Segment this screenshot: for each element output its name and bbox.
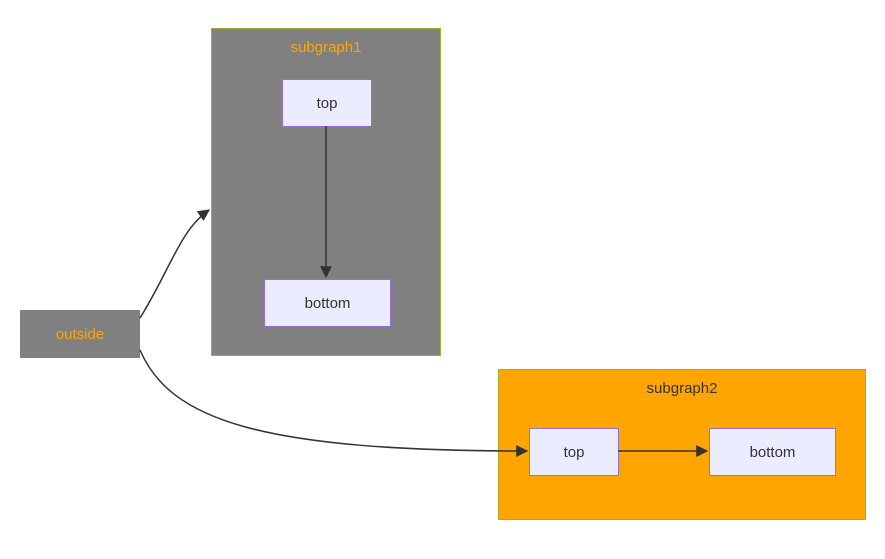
edge-outside-to-subgraph1 bbox=[140, 210, 209, 318]
edge-outside-to-subgraph2-top bbox=[140, 350, 527, 451]
subgraph1-node-top: top bbox=[282, 79, 372, 127]
subgraph2: subgraph2 top bottom bbox=[498, 369, 866, 520]
subgraph2-node-top-label: top bbox=[564, 444, 585, 461]
subgraph2-title: subgraph2 bbox=[499, 380, 865, 397]
subgraph1-node-top-label: top bbox=[317, 95, 338, 112]
subgraph1-title: subgraph1 bbox=[212, 39, 440, 56]
subgraph1-node-bottom: bottom bbox=[264, 279, 391, 327]
subgraph2-node-bottom-label: bottom bbox=[750, 444, 796, 461]
subgraph2-node-bottom: bottom bbox=[709, 428, 836, 476]
subgraph2-node-top: top bbox=[529, 428, 619, 476]
subgraph1-node-bottom-label: bottom bbox=[305, 295, 351, 312]
subgraph1: subgraph1 top bottom bbox=[211, 28, 441, 356]
flow-diagram: outside subgraph1 top bottom subgraph2 t… bbox=[0, 0, 885, 559]
node-outside-label: outside bbox=[56, 326, 104, 343]
node-outside: outside bbox=[20, 310, 140, 358]
